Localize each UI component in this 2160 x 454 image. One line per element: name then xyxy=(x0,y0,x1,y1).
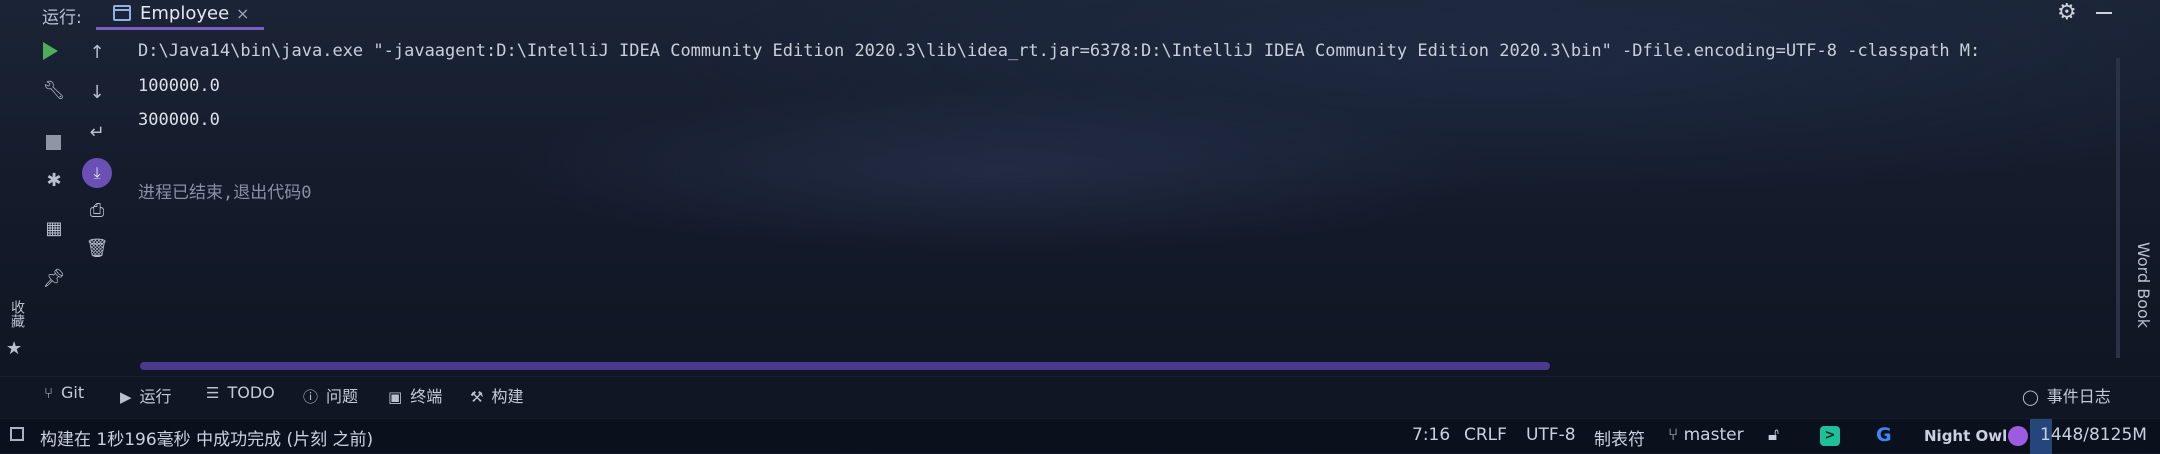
output-line: 300000.0 xyxy=(138,110,220,130)
close-icon[interactable]: × xyxy=(236,4,249,23)
tab-git[interactable]: ⑂ Git xyxy=(44,383,84,402)
tab-label: 运行 xyxy=(139,387,172,406)
settings-gear-icon[interactable]: ⚙ xyxy=(2057,0,2077,25)
tab-run[interactable]: ▶ 运行 xyxy=(120,383,172,407)
tab-build[interactable]: ⚒ 构建 xyxy=(470,383,523,407)
theme-icon xyxy=(2008,426,2028,446)
status-message[interactable]: 构建在 1秒196毫秒 中成功完成 (片刻 之前) xyxy=(40,425,373,450)
tool-window-bar: ⑂ Git ▶ 运行 ☰ TODO ⓘ 问题 ▣ 终端 ⚒ 构建 ◯ 事件日志 xyxy=(0,376,2160,411)
event-log-label: 事件日志 xyxy=(2046,387,2111,406)
branch-name: master xyxy=(1683,425,1744,445)
process-exit-message: 进程已结束,退出代码0 xyxy=(138,183,312,203)
memory-indicator[interactable]: 1448/8125M xyxy=(2040,425,2147,445)
lock-icon[interactable]: 🔓︎ xyxy=(1768,425,1779,445)
terminal-plugin-icon[interactable]: > xyxy=(1820,426,1840,446)
up-arrow-icon[interactable]: ↑ xyxy=(84,42,110,63)
print-icon[interactable]: ⎙ xyxy=(84,200,110,221)
run-triangle-icon: ▶ xyxy=(120,388,132,406)
caret-position[interactable]: 7:16 xyxy=(1412,425,1450,445)
event-log-button[interactable]: ◯ 事件日志 xyxy=(2022,383,2111,407)
word-book-label: Word Book xyxy=(2134,242,2153,329)
console-icon xyxy=(113,5,131,21)
git-branch-icon: ⑂ xyxy=(44,384,54,402)
hammer-icon: ⚒ xyxy=(470,388,484,406)
soft-wrap-icon[interactable]: ↵ xyxy=(84,122,110,143)
debug-icon[interactable]: ✱ xyxy=(41,170,67,191)
list-icon: ☰ xyxy=(206,384,220,402)
run-label: 运行: xyxy=(42,8,82,28)
info-icon: ⓘ xyxy=(303,388,319,406)
run-toolwindow-header: 运行: Employee × ⚙ xyxy=(0,0,2160,30)
tab-title: Employee xyxy=(140,3,230,24)
tab-label: Git xyxy=(61,383,85,402)
favorites-label: 收藏 xyxy=(9,300,25,328)
event-log-icon: ◯ xyxy=(2022,388,2039,406)
trash-icon[interactable]: 🗑︎ xyxy=(84,238,110,259)
status-message-icon[interactable] xyxy=(10,427,24,441)
horizontal-scrollbar[interactable] xyxy=(140,362,1550,370)
tab-label: 构建 xyxy=(491,387,524,406)
pin-icon[interactable]: 📌︎ xyxy=(41,268,67,289)
star-icon[interactable]: ★ xyxy=(6,338,22,359)
tab-label: TODO xyxy=(227,383,275,402)
vertical-scrollbar[interactable] xyxy=(2116,58,2120,358)
indent-setting[interactable]: 制表符 xyxy=(1594,425,1645,450)
tab-terminal[interactable]: ▣ 终端 xyxy=(388,383,442,407)
terminal-icon: ▣ xyxy=(388,388,403,406)
stop-icon[interactable] xyxy=(46,135,61,150)
file-encoding[interactable]: UTF-8 xyxy=(1526,425,1576,445)
run-icon[interactable] xyxy=(43,42,58,60)
tab-todo[interactable]: ☰ TODO xyxy=(206,383,275,402)
tab-employee[interactable]: Employee × xyxy=(96,0,264,30)
down-arrow-icon[interactable]: ↓ xyxy=(84,82,110,103)
word-book-toolwindow-button[interactable]: Word Book xyxy=(2134,242,2156,362)
status-bar: 构建在 1秒196毫秒 中成功完成 (片刻 之前) 7:16 CRLF UTF-… xyxy=(0,418,2160,454)
google-icon[interactable]: G xyxy=(1876,424,1892,446)
tab-problems[interactable]: ⓘ 问题 xyxy=(303,383,358,407)
layout-icon[interactable]: ▦ xyxy=(41,218,67,239)
theme-name[interactable]: Night Owl xyxy=(1924,427,2007,445)
minimize-icon[interactable] xyxy=(2096,12,2112,14)
git-branch[interactable]: ⑂ master xyxy=(1668,425,1744,445)
output-line: 100000.0 xyxy=(138,76,220,96)
tab-active-indicator xyxy=(96,27,264,30)
line-separator[interactable]: CRLF xyxy=(1464,425,1507,445)
command-line: D:\Java14\bin\java.exe "-javaagent:D:\In… xyxy=(138,41,1981,61)
git-branch-icon: ⑂ xyxy=(1668,425,1684,445)
tab-label: 终端 xyxy=(410,387,443,406)
wrench-icon[interactable]: 🔧︎ xyxy=(41,80,67,101)
scroll-to-end-icon[interactable]: ⤓ xyxy=(82,158,112,188)
tab-label: 问题 xyxy=(326,387,359,406)
